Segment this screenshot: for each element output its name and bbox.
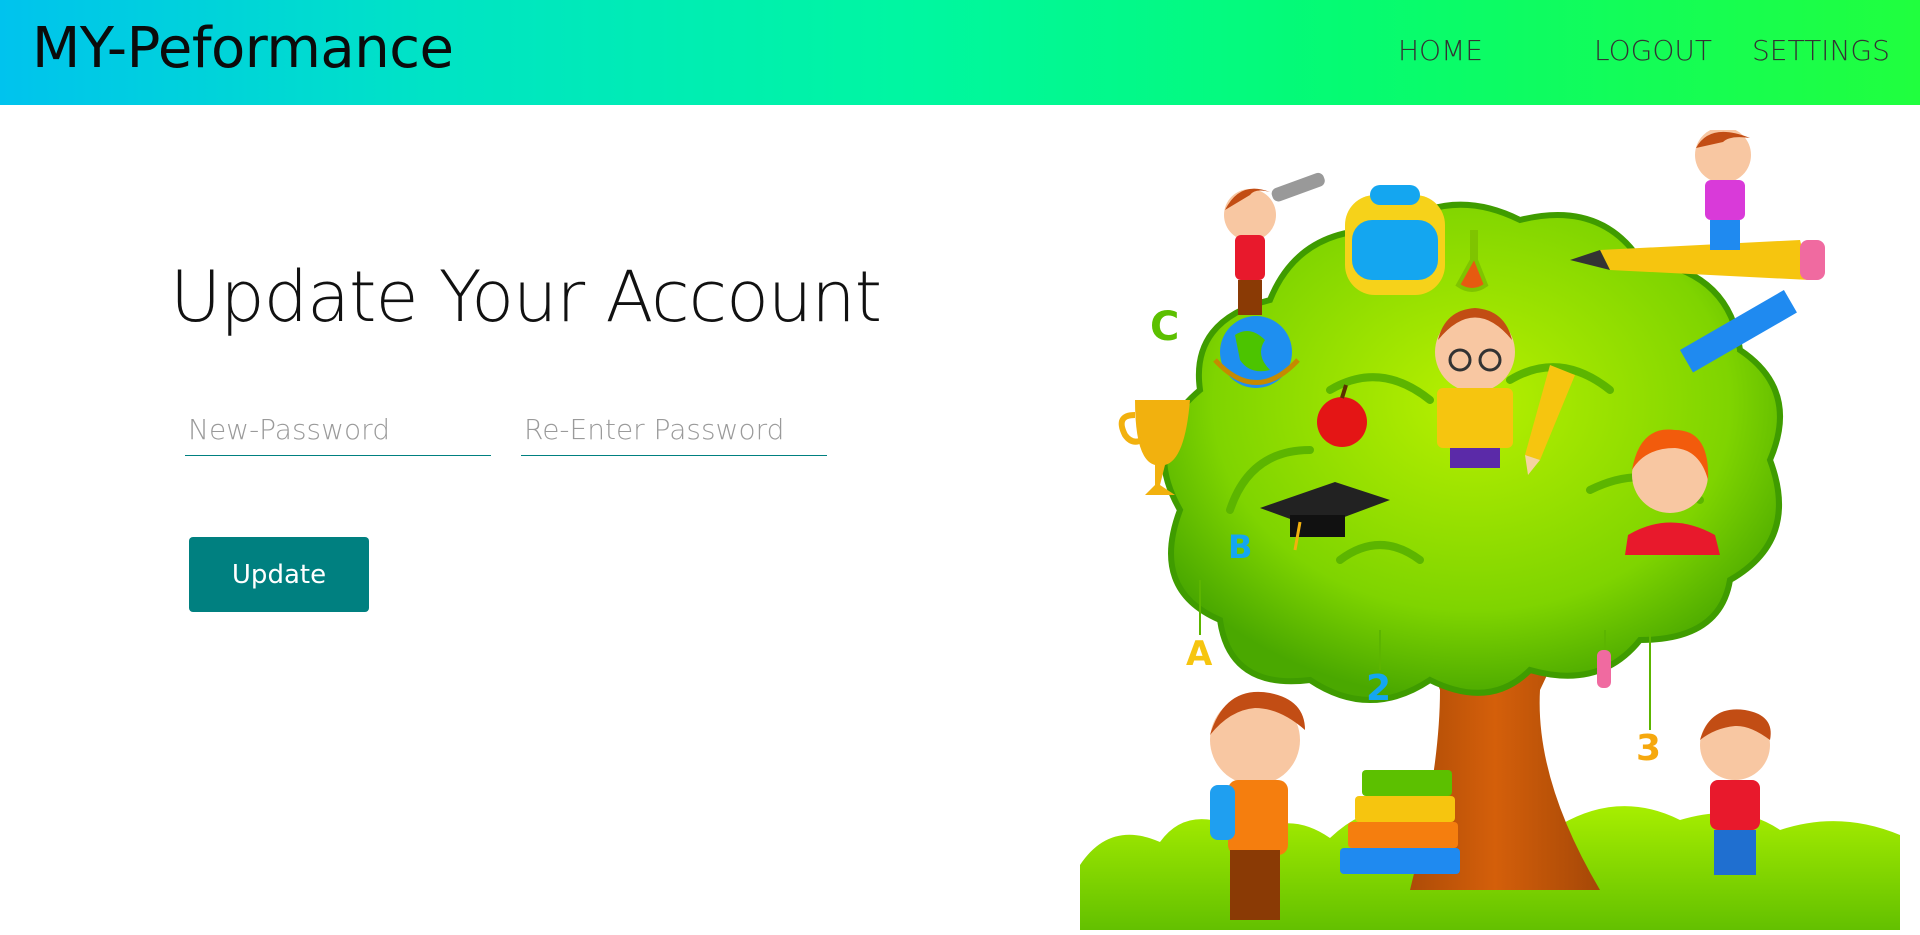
new-password-input[interactable] <box>185 404 491 456</box>
re-enter-password-input[interactable] <box>521 404 827 456</box>
nav-settings-link[interactable]: SETTINGS <box>1752 34 1890 67</box>
svg-text:C: C <box>1150 304 1179 350</box>
update-button[interactable]: Update <box>189 537 369 612</box>
nav-home-link[interactable]: HOME <box>1398 34 1483 67</box>
backpack-icon <box>1345 185 1445 295</box>
books-stack-icon <box>1340 770 1460 874</box>
brand-logo-text[interactable]: MY-Peformance <box>32 16 454 81</box>
svg-text:3: 3 <box>1636 728 1661 769</box>
svg-text:A: A <box>1186 634 1213 674</box>
page-title: Update Your Account <box>170 256 882 338</box>
reading-child-figure <box>1435 308 1515 468</box>
svg-text:2: 2 <box>1366 668 1391 709</box>
top-navbar: MY-Peformance HOME LOGOUT SETTINGS <box>0 0 1920 105</box>
pencil-rider-figure <box>1570 130 1825 280</box>
svg-text:B: B <box>1228 528 1252 566</box>
learning-tree-image: A 2 3 B C <box>1080 130 1900 930</box>
learning-tree-illustration: A 2 3 B C <box>1080 130 1900 930</box>
nav-logout-link[interactable]: LOGOUT <box>1594 34 1712 67</box>
